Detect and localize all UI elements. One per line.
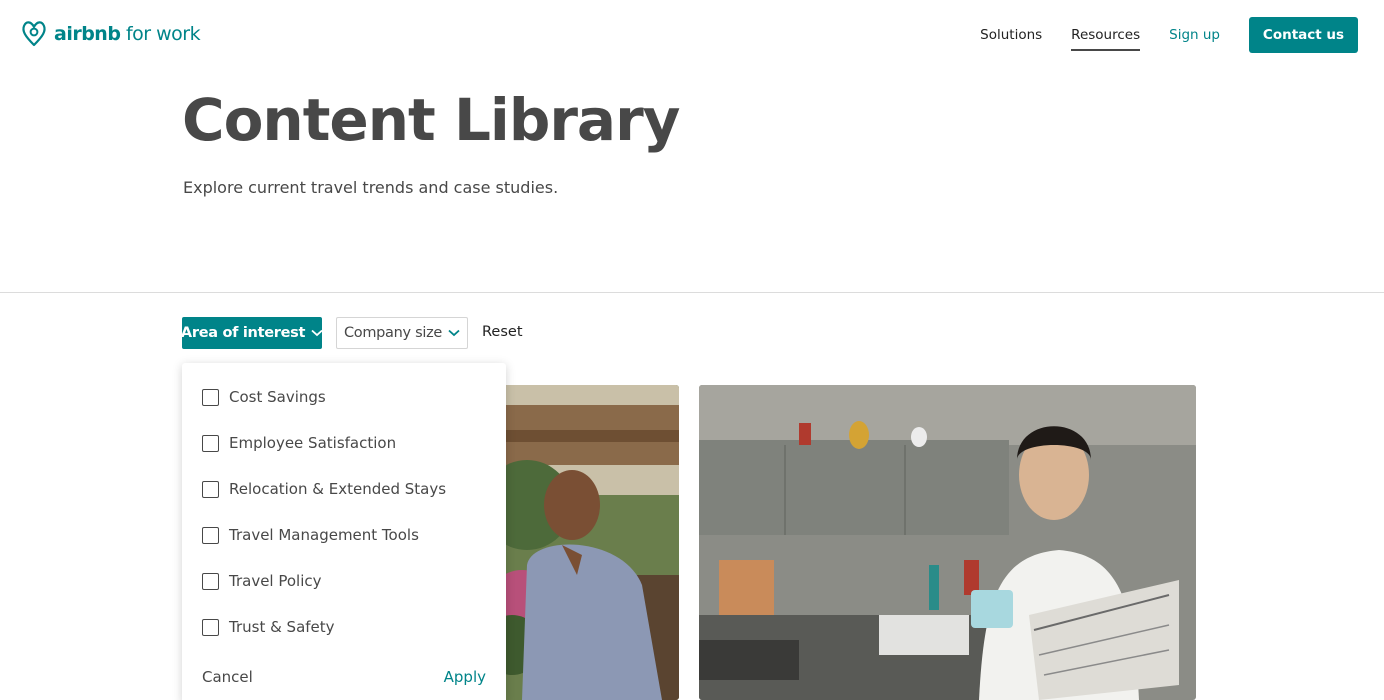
company-size-label: Company size	[343, 325, 443, 341]
option-employee-satisfaction[interactable]: Employee Satisfaction	[202, 433, 396, 453]
nav-sign-up[interactable]: Sign up	[1169, 17, 1220, 53]
page-title: Content Library	[182, 86, 680, 154]
option-travel-policy[interactable]: Travel Policy	[202, 571, 322, 591]
option-label: Travel Management Tools	[229, 526, 419, 544]
checkbox[interactable]	[202, 526, 219, 544]
area-of-interest-label: Area of interest	[180, 325, 306, 341]
area-of-interest-filter[interactable]: Area of interest	[180, 317, 323, 349]
page: airbnb for work Solutions Resources Sign…	[0, 0, 1384, 700]
reset-filters-button[interactable]: Reset	[482, 324, 523, 340]
card-image-woman-kitchen[interactable]	[699, 385, 1196, 700]
checkbox[interactable]	[202, 618, 219, 636]
option-relocation-extended-stays[interactable]: Relocation & Extended Stays	[202, 479, 446, 499]
checkbox[interactable]	[202, 388, 219, 406]
contact-us-button[interactable]: Contact us	[1249, 17, 1358, 53]
checkbox[interactable]	[202, 434, 219, 452]
option-label: Cost Savings	[229, 388, 326, 406]
company-size-filter[interactable]: Company size	[336, 317, 468, 349]
cancel-button[interactable]: Cancel	[202, 668, 253, 686]
logo-suffix: for work	[120, 23, 201, 45]
area-of-interest-dropdown: Cost Savings Employee Satisfaction Reloc…	[182, 363, 506, 700]
logo-text: airbnb for work	[54, 19, 201, 50]
section-divider	[0, 292, 1384, 293]
option-label: Travel Policy	[229, 572, 322, 590]
main-nav: Solutions Resources Sign up Contact us	[980, 17, 1358, 53]
chevron-down-icon	[311, 329, 323, 337]
option-cost-savings[interactable]: Cost Savings	[202, 387, 326, 407]
airbnb-belo-icon	[20, 19, 48, 50]
checkbox[interactable]	[202, 480, 219, 498]
chevron-down-icon	[448, 329, 460, 337]
site-header: airbnb for work Solutions Resources Sign…	[0, 0, 1384, 70]
option-label: Employee Satisfaction	[229, 434, 397, 452]
airbnb-for-work-logo[interactable]: airbnb for work	[20, 19, 201, 50]
option-label: Trust & Safety	[229, 618, 335, 636]
page-subtitle: Explore current travel trends and case s…	[183, 178, 559, 197]
option-trust-safety[interactable]: Trust & Safety	[202, 617, 335, 637]
option-travel-management-tools[interactable]: Travel Management Tools	[202, 525, 419, 545]
nav-solutions[interactable]: Solutions	[980, 17, 1042, 53]
apply-button[interactable]: Apply	[444, 668, 486, 686]
checkbox[interactable]	[202, 572, 219, 590]
option-label: Relocation & Extended Stays	[229, 480, 447, 498]
nav-resources[interactable]: Resources	[1071, 17, 1140, 53]
logo-brand: airbnb	[54, 23, 121, 45]
